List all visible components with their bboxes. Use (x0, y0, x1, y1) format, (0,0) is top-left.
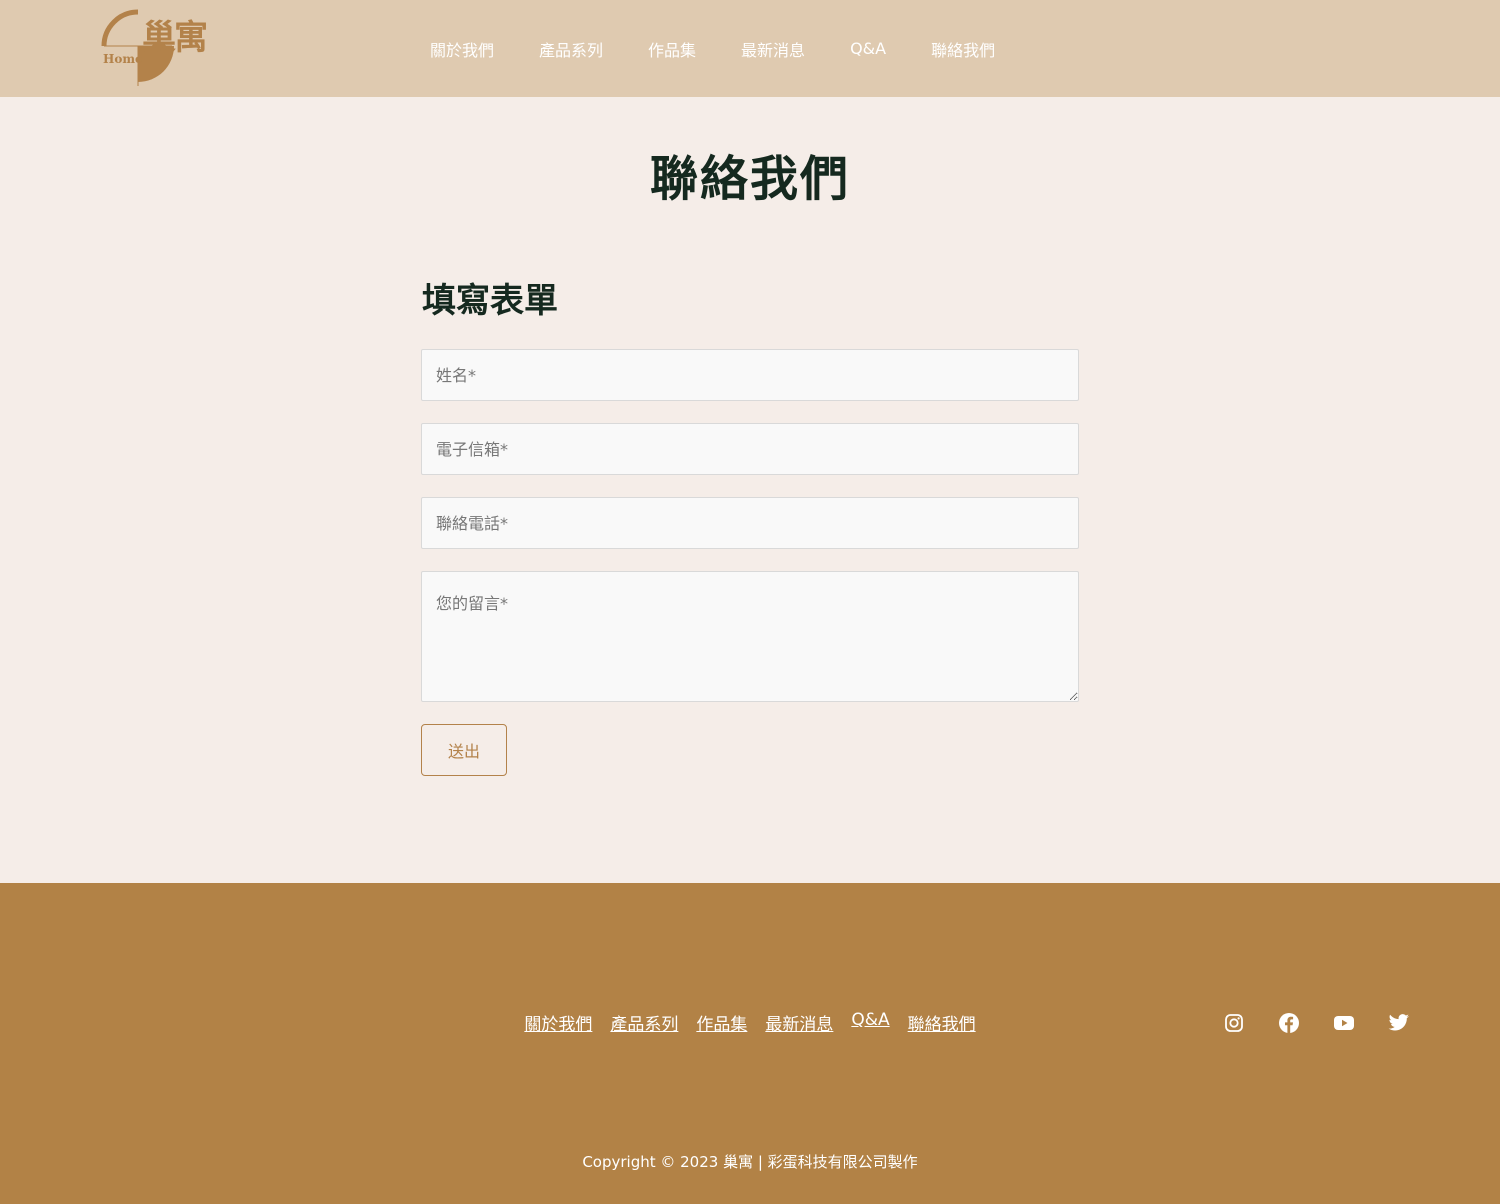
nav-item-products[interactable]: 產品系列 (539, 37, 603, 61)
footer-link-portfolio[interactable]: 作品集 (696, 1010, 747, 1035)
logo[interactable]: 巢寓 Home (100, 8, 216, 88)
facebook-icon[interactable] (1269, 1011, 1309, 1035)
twitter-icon[interactable] (1379, 1011, 1419, 1035)
name-field[interactable] (421, 349, 1079, 401)
logo-text: 巢寓 (142, 18, 208, 58)
footer-link-products[interactable]: 產品系列 (610, 1010, 678, 1035)
site-header: 巢寓 Home 關於我們 產品系列 作品集 最新消息 Q&A 聯絡我們 (0, 0, 1500, 97)
nav-item-portfolio[interactable]: 作品集 (648, 37, 696, 61)
nav-item-about[interactable]: 關於我們 (430, 37, 494, 61)
youtube-icon[interactable] (1324, 1011, 1364, 1035)
footer-link-news[interactable]: 最新消息 (765, 1010, 833, 1035)
phone-field[interactable] (421, 497, 1079, 549)
nav-item-contact[interactable]: 聯絡我們 (931, 37, 995, 61)
footer-link-contact[interactable]: 聯絡我們 (908, 1010, 976, 1035)
page-title: 聯絡我們 (649, 151, 850, 207)
footer-link-qa[interactable]: Q&A (851, 1010, 889, 1035)
copyright: Copyright © 2023 巢寓 | 彩蛋科技有限公司製作 (582, 1153, 918, 1171)
social-links (1214, 1011, 1434, 1035)
site-footer: 關於我們 產品系列 作品集 最新消息 Q&A 聯絡我們 Copyright © … (0, 883, 1500, 1204)
message-field[interactable] (421, 571, 1079, 702)
nav-item-news[interactable]: 最新消息 (741, 37, 805, 61)
main-content: 聯絡我們 填寫表單 送出 (0, 97, 1500, 883)
footer-link-about[interactable]: 關於我們 (524, 1010, 592, 1035)
submit-button[interactable]: 送出 (421, 724, 507, 776)
form-title: 填寫表單 (422, 281, 558, 321)
email-field[interactable] (421, 423, 1079, 475)
instagram-icon[interactable] (1214, 1011, 1254, 1035)
nav-item-qa[interactable]: Q&A (850, 39, 886, 58)
main-nav: 關於我們 產品系列 作品集 最新消息 Q&A 聯絡我們 (430, 0, 1040, 97)
logo-home-text: Home (103, 52, 143, 66)
